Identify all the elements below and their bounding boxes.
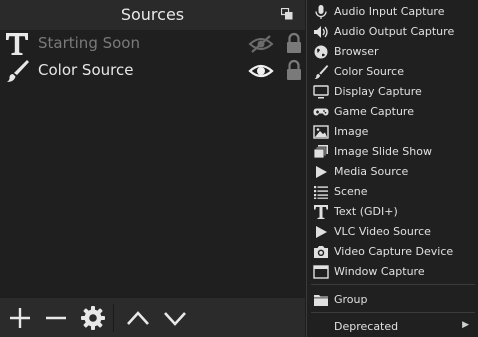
menu-item-label: Group (334, 293, 368, 306)
menu-item-image[interactable]: Image (307, 122, 478, 142)
menu-item-audio-output-capture[interactable]: Audio Output Capture (307, 22, 478, 42)
chevron-down-icon[interactable] (161, 304, 189, 332)
source-list: Starting Soon Color Source (0, 30, 305, 84)
menu-item-label: Browser (334, 45, 379, 58)
microphone-icon (315, 5, 327, 19)
dock-title: Sources (120, 5, 185, 24)
window-icon (313, 265, 329, 279)
gamepad-icon (313, 108, 329, 116)
menu-item-image-slide-show[interactable]: Image Slide Show (307, 142, 478, 162)
menu-item-label: Scene (334, 185, 368, 198)
list-icon (314, 186, 328, 199)
submenu-arrow-icon: ▶ (462, 320, 469, 330)
menu-item-label: Game Capture (334, 105, 414, 118)
menu-item-text-gdi[interactable]: Text (GDI+) (307, 202, 478, 222)
menu-item-game-capture[interactable]: Game Capture (307, 102, 478, 122)
brush-icon (7, 60, 29, 82)
menu-item-deprecated[interactable]: Deprecated ▶ (307, 317, 478, 337)
folder-icon (314, 295, 328, 306)
menu-item-group[interactable]: Group (307, 290, 478, 310)
sources-toolbar (0, 298, 305, 337)
menu-separator (311, 284, 475, 285)
menu-item-label: Color Source (334, 65, 404, 78)
menu-item-browser[interactable]: Browser (307, 42, 478, 62)
source-name: Color Source (38, 61, 134, 79)
menu-item-vlc-video-source[interactable]: VLC Video Source (307, 222, 478, 242)
menu-item-label: Audio Output Capture (334, 25, 455, 38)
source-item-color-source[interactable]: Color Source (0, 57, 305, 84)
menu-item-label: Display Capture (334, 85, 422, 98)
menu-item-label: Text (GDI+) (334, 205, 398, 218)
text-icon (6, 33, 28, 55)
menu-item-media-source[interactable]: Media Source (307, 162, 478, 182)
sources-dock: Sources Starting Soon Color Source (0, 0, 305, 337)
play-icon (316, 226, 327, 238)
play-icon (316, 166, 327, 178)
monitor-icon (313, 85, 329, 99)
menu-separator (311, 312, 475, 313)
text-icon (314, 205, 328, 219)
slideshow-icon (313, 145, 328, 159)
eye-icon[interactable] (248, 61, 274, 81)
menu-item-label: Video Capture Device (334, 245, 454, 258)
add-icon[interactable] (6, 304, 34, 332)
source-name: Starting Soon (38, 34, 140, 52)
brush-icon (314, 65, 329, 79)
remove-icon[interactable] (42, 304, 70, 332)
lock-icon[interactable] (285, 59, 303, 81)
toolbar-separator (113, 304, 114, 332)
camera-icon (314, 246, 328, 258)
menu-item-scene[interactable]: Scene (307, 182, 478, 202)
chevron-up-icon[interactable] (124, 304, 152, 332)
image-icon (313, 125, 329, 139)
menu-item-window-capture[interactable]: Window Capture (307, 262, 478, 282)
menu-item-video-capture-device[interactable]: Video Capture Device (307, 242, 478, 262)
menu-item-label: Audio Input Capture (334, 5, 445, 18)
menu-item-label: Window Capture (334, 265, 425, 278)
menu-item-label: Deprecated (334, 320, 399, 333)
menu-item-label: Image Slide Show (334, 145, 432, 158)
lock-icon[interactable] (285, 32, 303, 54)
menu-item-label: VLC Video Source (334, 225, 431, 238)
speaker-icon (314, 26, 328, 38)
source-item-starting-soon[interactable]: Starting Soon (0, 30, 305, 57)
menu-item-color-source[interactable]: Color Source (307, 62, 478, 82)
menu-item-display-capture[interactable]: Display Capture (307, 82, 478, 102)
menu-item-audio-input-capture[interactable]: Audio Input Capture (307, 2, 478, 22)
undock-icon[interactable] (281, 8, 293, 20)
add-source-menu: Audio Input Capture Audio Output Capture… (306, 0, 478, 337)
globe-icon (314, 45, 328, 59)
menu-item-label: Media Source (334, 165, 409, 178)
gear-icon[interactable] (79, 304, 107, 332)
menu-item-label: Image (334, 125, 369, 138)
dock-header: Sources (0, 0, 305, 30)
eye-slash-icon[interactable] (248, 34, 274, 54)
